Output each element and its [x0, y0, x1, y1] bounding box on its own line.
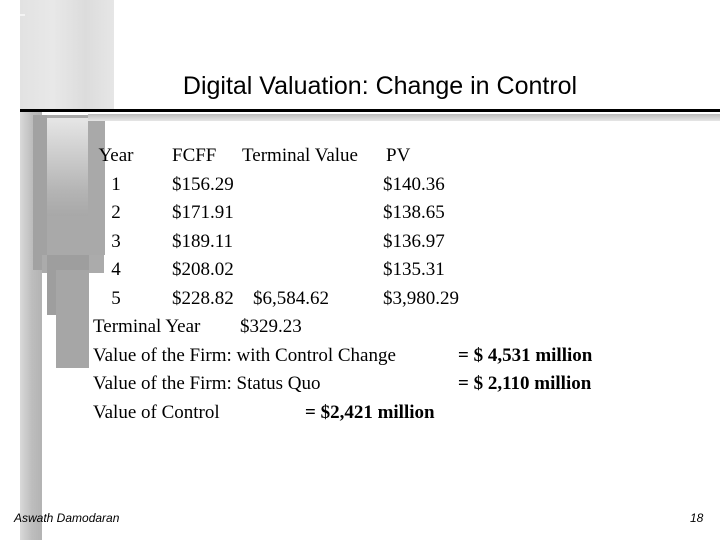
summary-label: Value of Control	[93, 401, 220, 423]
summary-row-value-of-control: Value of Control = $2,421 million	[0, 402, 720, 431]
valuation-table: Year FCFF Terminal Value PV 1 $156.29 $1…	[0, 145, 720, 430]
summary-label: Value of the Firm: with Control Change	[93, 344, 396, 366]
cell-fcff: $208.02	[172, 259, 234, 280]
table-row: 1 $156.29 $140.36	[0, 174, 720, 203]
cell-fcff: $156.29	[172, 173, 234, 195]
summary-value: = $2,421 million	[305, 401, 435, 423]
cell-year: 2	[111, 202, 121, 223]
cell-fcff: $171.91	[172, 202, 234, 223]
summary-row-control-change: Value of the Firm: with Control Change =…	[0, 345, 720, 374]
cell-pv: $135.31	[383, 259, 445, 280]
title-divider-shadow	[88, 114, 720, 121]
cell-fcff: $189.11	[172, 230, 234, 252]
title-divider	[20, 109, 720, 112]
terminal-year-label: Terminal Year	[93, 316, 201, 337]
slide-title: Digital Valuation: Change in Control	[182, 72, 578, 100]
footer-author: Aswath Damodaran	[14, 511, 120, 525]
summary-label: Value of the Firm: Status Quo	[93, 373, 321, 394]
table-row: 4 $208.02 $135.31	[0, 259, 720, 288]
table-row: 2 $171.91 $138.65	[0, 202, 720, 231]
cell-pv: $136.97	[383, 230, 445, 252]
column-header-terminal-value: Terminal Value	[242, 145, 358, 166]
cell-year: 1	[111, 173, 121, 195]
decorative-highlight	[20, 14, 25, 16]
summary-value: = $ 2,110 million	[458, 373, 592, 394]
column-header-year: Year	[98, 145, 134, 166]
cell-pv: $140.36	[383, 173, 445, 195]
slide: Digital Valuation: Change in Control Yea…	[0, 0, 720, 540]
cell-year: 4	[111, 259, 121, 280]
terminal-year-value: $329.23	[240, 316, 302, 337]
cell-pv: $3,980.29	[383, 287, 459, 309]
cell-fcff: $228.82	[172, 287, 234, 309]
terminal-year-row: Terminal Year $329.23	[0, 316, 720, 345]
footer-page-number: 18	[690, 511, 704, 525]
cell-pv: $138.65	[383, 202, 445, 223]
table-row: 3 $189.11 $136.97	[0, 231, 720, 260]
summary-value: = $ 4,531 million	[458, 344, 593, 366]
table-row: 5 $228.82 $6,584.62 $3,980.29	[0, 288, 720, 317]
cell-terminal-value: $6,584.62	[253, 287, 329, 309]
column-header-fcff: FCFF	[172, 145, 217, 166]
cell-year: 5	[111, 287, 121, 309]
column-header-pv: PV	[386, 145, 411, 166]
summary-row-status-quo: Value of the Firm: Status Quo = $ 2,110 …	[0, 373, 720, 402]
table-header-row: Year FCFF Terminal Value PV	[0, 145, 720, 174]
cell-year: 3	[111, 230, 121, 252]
